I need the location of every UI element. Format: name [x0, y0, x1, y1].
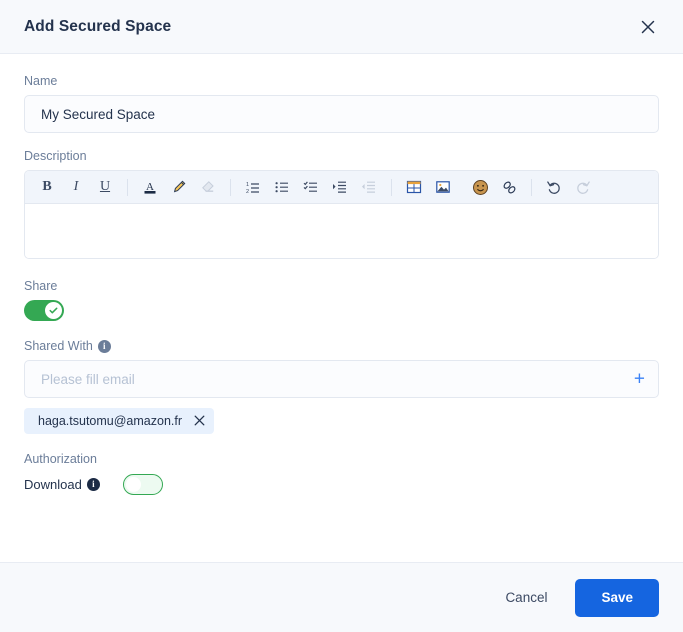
- info-icon[interactable]: i: [86, 478, 100, 491]
- email-input[interactable]: [24, 360, 659, 398]
- italic-icon[interactable]: I: [62, 174, 90, 200]
- bold-icon[interactable]: B: [33, 174, 61, 200]
- toolbar-divider: [531, 178, 532, 196]
- shared-with-block: Shared With i + haga.tsutomu@amazon.fr: [24, 339, 659, 434]
- authorization-block: Authorization Download i: [24, 452, 659, 495]
- shared-with-chip-list: haga.tsutomu@amazon.fr: [24, 408, 659, 434]
- redo-icon[interactable]: [569, 174, 597, 200]
- name-label: Name: [24, 74, 58, 88]
- highlighter-icon[interactable]: [165, 174, 193, 200]
- info-icon[interactable]: i: [97, 339, 111, 353]
- email-chip-label: haga.tsutomu@amazon.fr: [38, 414, 183, 428]
- checklist-icon[interactable]: [297, 174, 325, 200]
- ordered-list-icon[interactable]: 1 2: [239, 174, 267, 200]
- download-toggle[interactable]: [122, 474, 163, 495]
- dialog-body: Name Description B I U: [0, 54, 683, 562]
- link-icon[interactable]: [495, 174, 523, 200]
- editor-toolbar: B I U A 1 2: [25, 171, 658, 204]
- image-icon[interactable]: [429, 174, 457, 200]
- download-label: Download i: [24, 477, 100, 492]
- page-title: Add Secured Space: [24, 17, 172, 35]
- table-icon[interactable]: [400, 174, 428, 200]
- toolbar-divider: [391, 178, 392, 196]
- email-input-wrap: +: [24, 360, 659, 398]
- share-toggle[interactable]: [24, 300, 64, 321]
- add-secured-space-dialog: Add Secured Space Name Description B: [0, 0, 683, 632]
- description-label: Description: [24, 149, 87, 163]
- indent-icon[interactable]: [326, 174, 354, 200]
- plus-icon[interactable]: +: [634, 370, 645, 389]
- description-editor-area[interactable]: [25, 204, 658, 258]
- description-field-block: Description B I U A 1 2: [24, 149, 659, 259]
- toggle-knob: [45, 302, 62, 319]
- authorization-label: Authorization: [24, 452, 97, 466]
- shared-with-label-text: Shared With: [24, 339, 93, 353]
- share-label: Share: [24, 279, 58, 293]
- name-input[interactable]: [24, 95, 659, 133]
- text-color-icon[interactable]: A: [136, 174, 164, 200]
- svg-text:1: 1: [246, 182, 249, 188]
- underline-icon[interactable]: U: [91, 174, 119, 200]
- svg-text:2: 2: [246, 189, 249, 195]
- save-button[interactable]: Save: [575, 578, 659, 617]
- download-label-text: Download: [24, 477, 82, 492]
- emoji-icon[interactable]: [466, 174, 494, 200]
- toggle-knob: [125, 477, 141, 492]
- share-toggle-wrap: [24, 300, 659, 321]
- download-toggle-wrap: [122, 474, 163, 495]
- list-item: haga.tsutomu@amazon.fr: [24, 408, 215, 434]
- undo-icon[interactable]: [540, 174, 568, 200]
- clear-format-icon[interactable]: [194, 174, 222, 200]
- description-editor: B I U A 1 2: [24, 170, 659, 259]
- toolbar-divider: [230, 178, 231, 196]
- toolbar-divider: [127, 178, 128, 196]
- close-icon[interactable]: [194, 415, 205, 428]
- close-icon[interactable]: [637, 16, 659, 38]
- cancel-button[interactable]: Cancel: [499, 582, 553, 613]
- authorization-row-download: Download i: [24, 474, 659, 495]
- share-block: Share: [24, 279, 659, 321]
- dialog-header: Add Secured Space: [0, 0, 683, 54]
- name-field-block: Name: [24, 74, 659, 133]
- bullet-list-icon[interactable]: [268, 174, 296, 200]
- dialog-footer: Cancel Save: [0, 562, 683, 632]
- shared-with-label: Shared With i: [24, 339, 659, 353]
- outdent-icon[interactable]: [355, 174, 383, 200]
